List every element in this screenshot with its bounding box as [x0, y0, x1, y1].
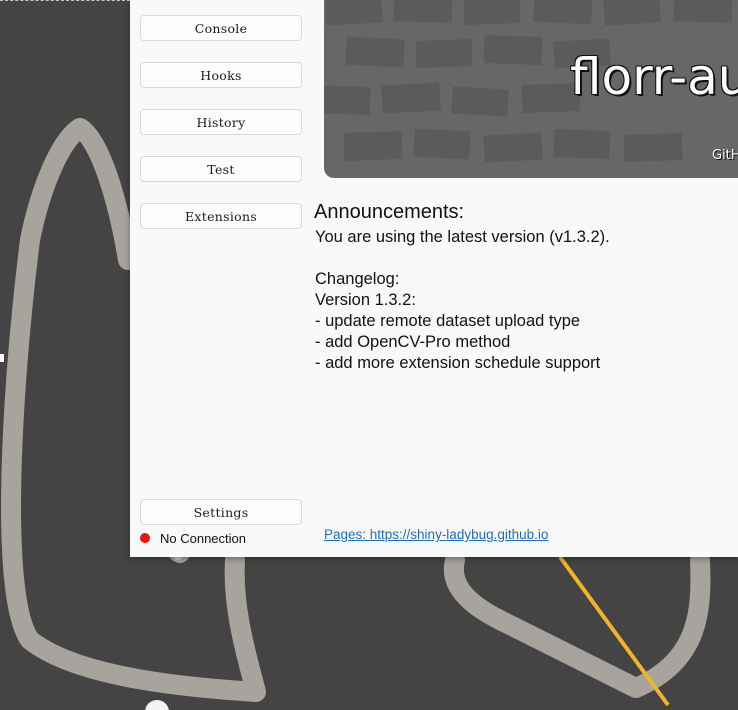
cursor-dot	[145, 700, 169, 710]
settings-button[interactable]: Settings	[140, 499, 302, 525]
announcements-body: You are using the latest version (v1.3.2…	[315, 228, 610, 372]
history-button[interactable]: History	[140, 109, 302, 135]
selection-border	[0, 0, 130, 1]
announcements-title: Announcements:	[314, 201, 465, 223]
connection-status: No Connection	[160, 531, 246, 546]
resize-handle[interactable]	[0, 354, 4, 362]
hooks-button[interactable]: Hooks	[140, 62, 302, 88]
app-window: Console Hooks History Test Extensions fl…	[130, 0, 738, 557]
test-button[interactable]: Test	[140, 156, 302, 182]
github-link[interactable]: GitH	[712, 148, 738, 163]
pages-link[interactable]: Pages: https://shiny-ladybug.github.io	[324, 527, 548, 542]
console-button[interactable]: Console	[140, 15, 302, 41]
banner: florr-au GitH	[324, 0, 738, 178]
extensions-button[interactable]: Extensions	[140, 203, 302, 229]
status-dot-icon	[140, 533, 150, 543]
banner-title: florr-au	[570, 48, 738, 106]
